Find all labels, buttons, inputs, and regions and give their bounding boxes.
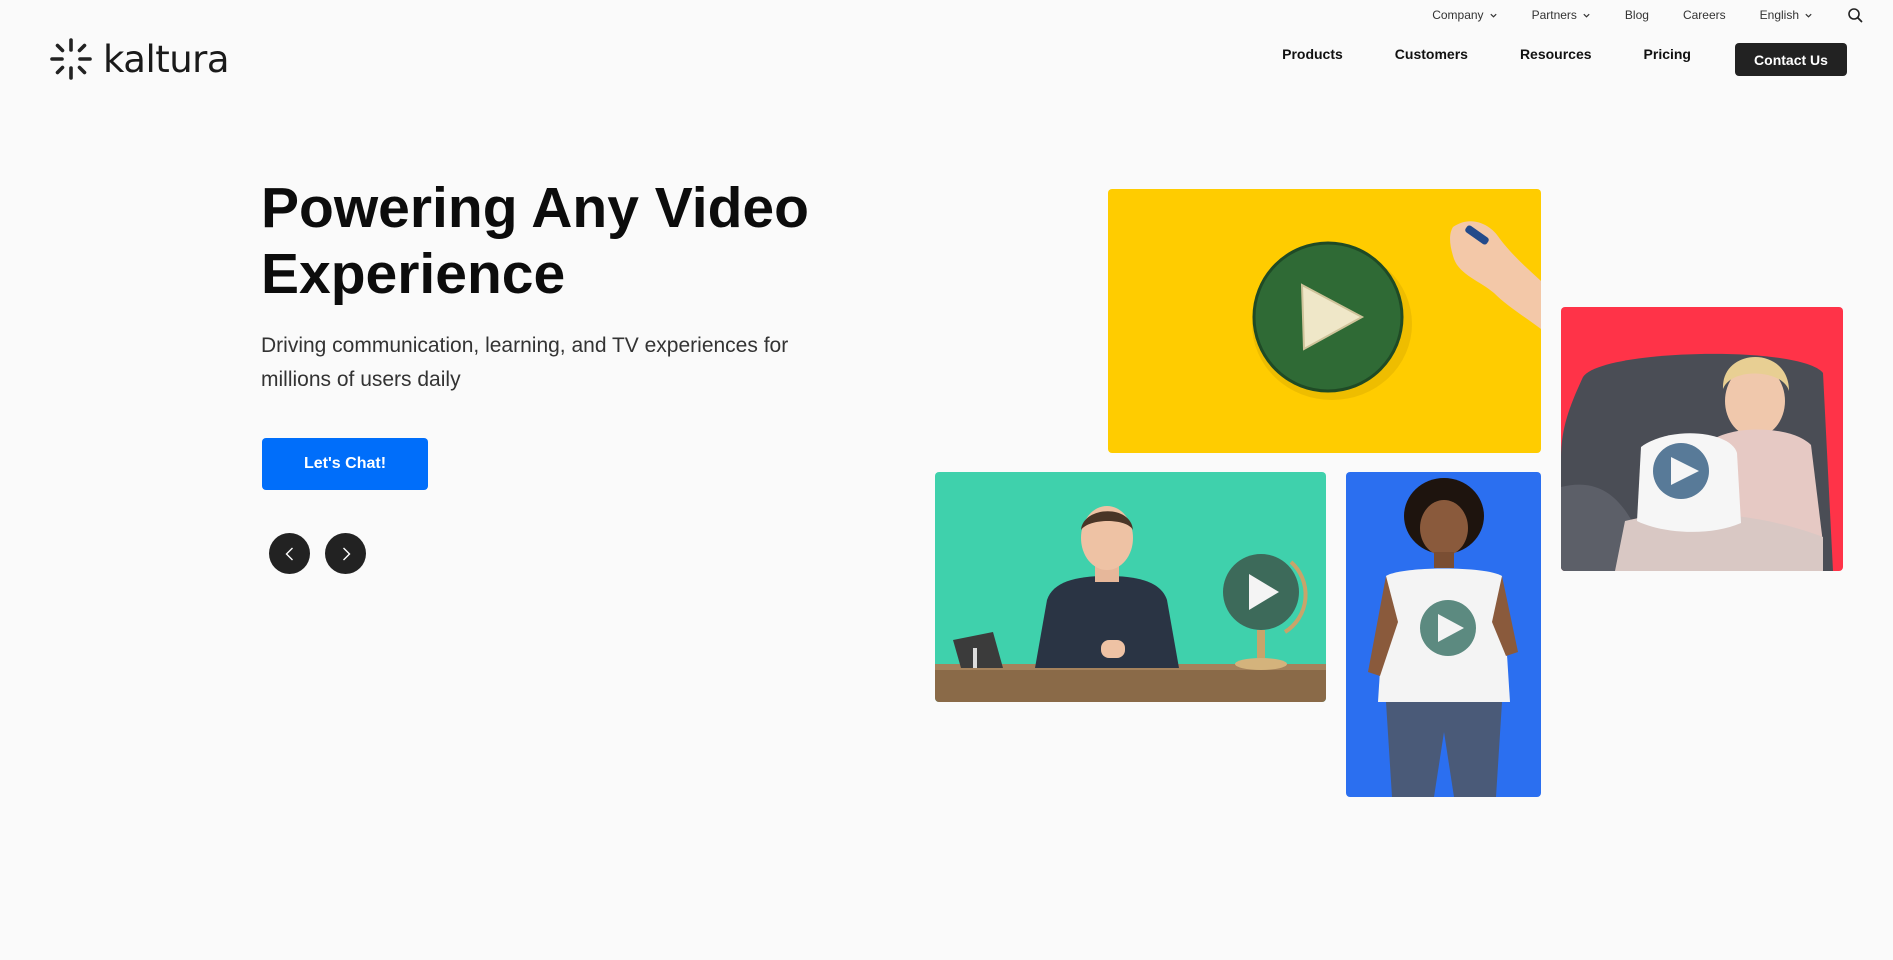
hero-title: Powering Any Video Experience	[261, 176, 809, 306]
logo-text: kaltura	[103, 37, 230, 81]
utility-blog-label: Blog	[1624, 8, 1649, 22]
utility-company-menu[interactable]: Company	[1432, 6, 1497, 24]
utility-partners-menu[interactable]: Partners	[1532, 6, 1591, 24]
kaltura-burst-icon	[50, 38, 92, 80]
hero-subtitle: Driving communication, learning, and TV …	[261, 334, 789, 391]
presenter-scene	[935, 472, 1326, 702]
contact-us-button[interactable]: Contact Us	[1735, 43, 1847, 76]
chevron-down-icon	[1805, 13, 1812, 18]
lets-chat-button[interactable]: Let's Chat!	[262, 438, 428, 490]
language-selector[interactable]: English	[1760, 6, 1813, 24]
chevron-right-icon	[342, 547, 350, 560]
utility-careers-label: Careers	[1682, 8, 1726, 22]
video-tile-relaxing[interactable]	[1561, 307, 1843, 571]
utility-nav: Company Partners Blog Careers English	[1432, 6, 1863, 24]
chevron-left-icon	[285, 547, 293, 560]
nav-pricing[interactable]: Pricing	[1644, 46, 1691, 62]
utility-partners-label: Partners	[1531, 8, 1577, 22]
page: Company Partners Blog Careers English ka…	[0, 0, 1893, 960]
language-label: English	[1759, 8, 1799, 22]
video-tile-drawing[interactable]	[1108, 189, 1541, 453]
utility-company-label: Company	[1432, 8, 1484, 22]
relaxing-scene	[1561, 307, 1843, 571]
kaltura-logo[interactable]: kaltura	[49, 37, 230, 81]
video-tile-speaker[interactable]	[1346, 472, 1541, 797]
chevron-down-icon	[1489, 13, 1497, 18]
speaker-scene	[1346, 472, 1541, 797]
carousel-next-button[interactable]	[325, 533, 366, 574]
search-icon[interactable]	[1847, 7, 1863, 23]
nav-products[interactable]: Products	[1282, 46, 1343, 62]
carousel-prev-button[interactable]	[269, 533, 310, 574]
utility-careers-link[interactable]: Careers	[1683, 6, 1726, 24]
main-nav: Products Customers Resources Pricing	[1282, 46, 1691, 62]
nav-customers[interactable]: Customers	[1395, 46, 1468, 62]
drawing-scene	[1108, 189, 1541, 453]
chevron-down-icon	[1583, 13, 1590, 18]
nav-resources[interactable]: Resources	[1520, 46, 1592, 62]
utility-blog-link[interactable]: Blog	[1625, 6, 1649, 24]
video-tile-presenter[interactable]	[935, 472, 1326, 702]
